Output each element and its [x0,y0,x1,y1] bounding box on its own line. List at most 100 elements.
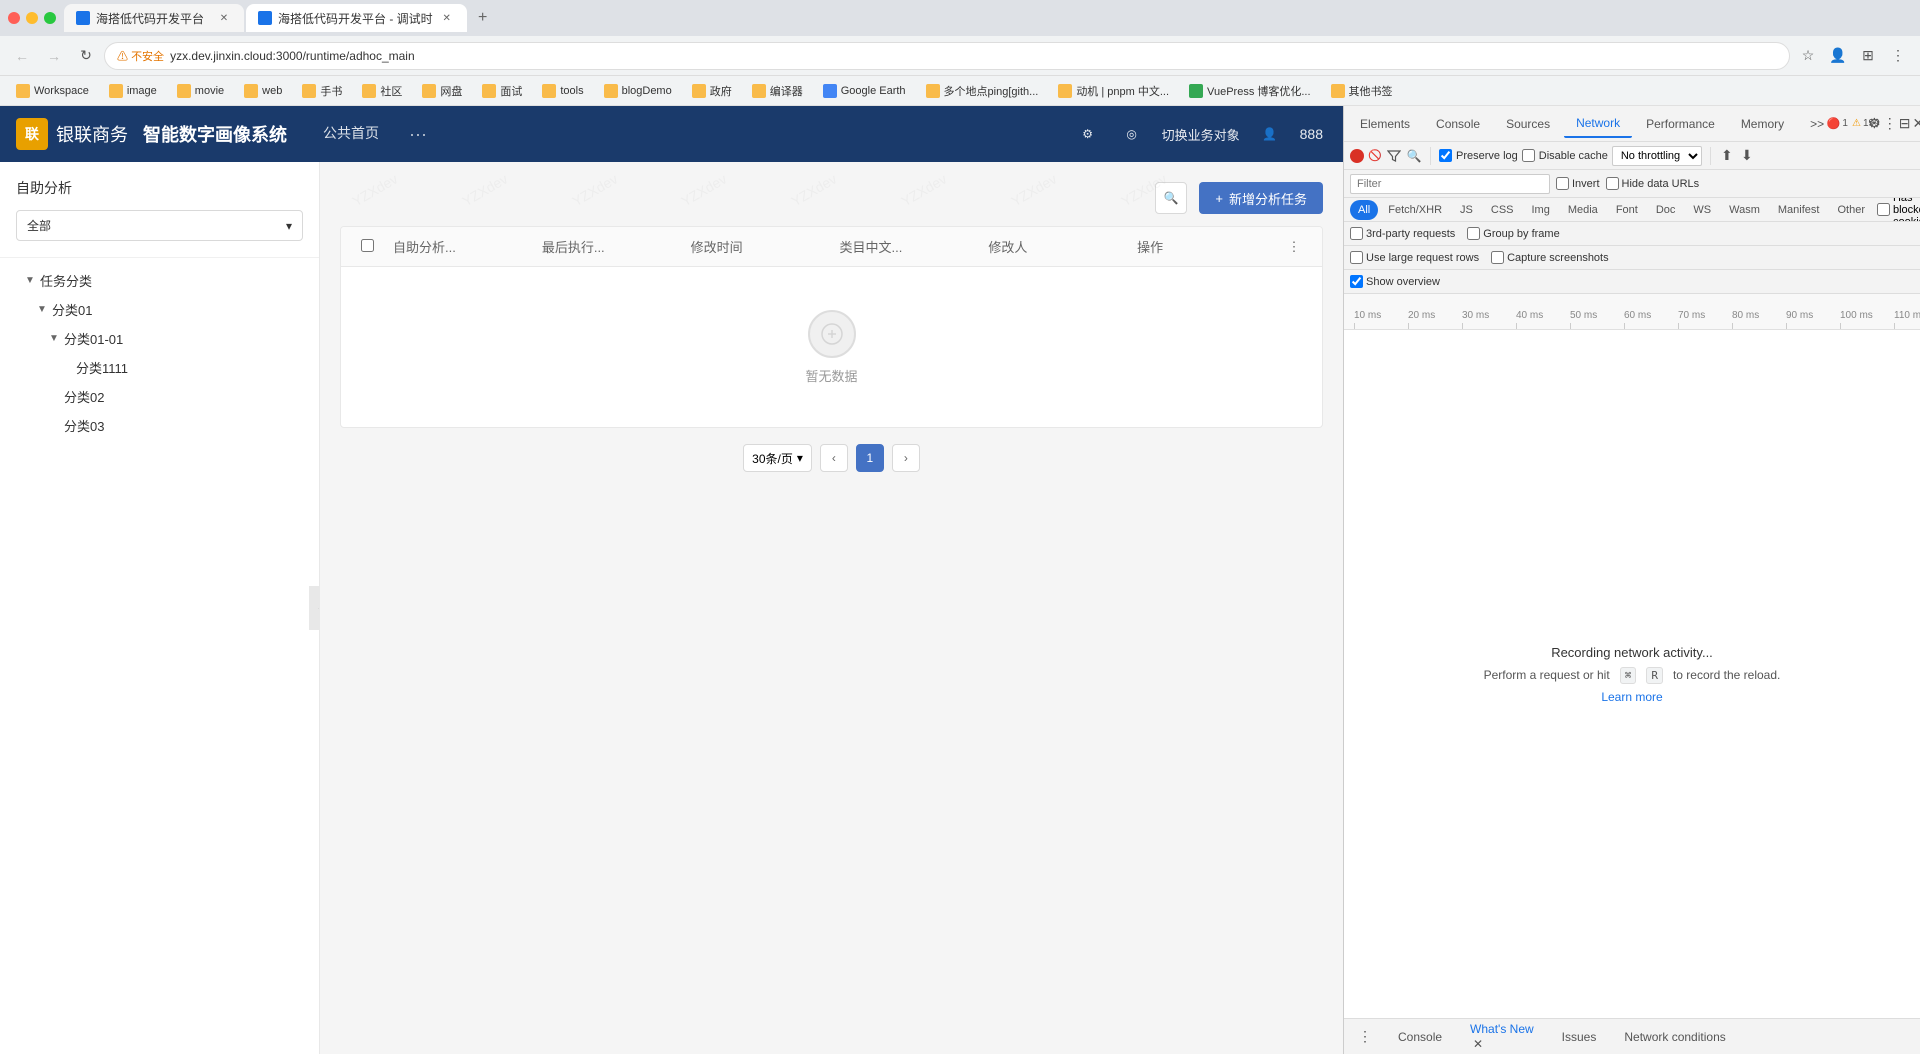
search-button[interactable]: 🔍 [1155,182,1187,214]
devtools-tab-sources[interactable]: Sources [1494,110,1562,138]
tab-close-1[interactable]: ✕ [216,10,232,26]
bottom-tab-whats-new[interactable]: What's New ✕ [1462,1018,1542,1054]
record-network-button[interactable] [1350,149,1364,163]
back-button[interactable]: ← [8,42,36,70]
user-icon[interactable]: 👤 [1256,120,1284,148]
reload-button[interactable]: ↻ [72,42,100,70]
prev-page-button[interactable]: ‹ [820,444,848,472]
bookmark-mianshi[interactable]: 面试 [474,81,530,101]
invert-filter-checkbox[interactable]: Invert [1556,177,1600,190]
bottom-tab-close-button[interactable]: ✕ [1470,1036,1486,1052]
type-tab-doc[interactable]: Doc [1648,200,1684,220]
tree-item-fenlei1111[interactable]: 分类1111 [0,353,319,382]
bookmark-image[interactable]: image [101,82,165,100]
throttling-select[interactable]: No throttling [1612,146,1702,166]
group-by-frame-checkbox[interactable]: Group by frame [1467,227,1559,240]
clear-network-button[interactable]: 🚫 [1368,149,1382,163]
bookmark-tools[interactable]: tools [534,82,591,100]
sidebar-collapse-button[interactable]: ‹ [309,586,320,630]
devtools-error-badge[interactable]: 🔴 1 ⚠ 199 [1840,111,1866,137]
add-analysis-button[interactable]: + 新增分析任务 [1199,182,1323,214]
invert-input[interactable] [1556,177,1569,190]
has-blocked-input[interactable] [1877,203,1890,216]
bookmark-shequ[interactable]: 社区 [354,81,410,101]
bookmark-google-earth[interactable]: Google Earth [815,82,914,100]
third-party-input[interactable] [1350,227,1363,240]
preserve-log-input[interactable] [1439,149,1452,162]
current-page-number[interactable]: 1 [856,444,884,472]
bookmark-shu[interactable]: 手书 [294,81,350,101]
nav-item-home[interactable]: 公共首页 [303,106,399,162]
tree-item-fenlei02[interactable]: 分类02 [0,382,319,411]
new-tab-button[interactable]: + [469,4,497,32]
bookmark-workspace[interactable]: Workspace [8,82,97,100]
show-overview-checkbox[interactable]: Show overview [1350,275,1440,288]
category-dropdown[interactable]: 全部 ▾ [16,210,303,241]
type-tab-js[interactable]: JS [1452,200,1481,220]
capture-screenshots-checkbox[interactable]: Capture screenshots [1491,251,1609,264]
type-tab-manifest[interactable]: Manifest [1770,200,1828,220]
devtools-more-button[interactable]: ⋮ [1883,111,1897,137]
bookmark-bianyiqi[interactable]: 编译器 [744,81,811,101]
devtools-close-button[interactable]: ✕ [1912,111,1920,137]
devtools-tab-elements[interactable]: Elements [1348,110,1422,138]
bottom-tab-network-conditions[interactable]: Network conditions [1616,1026,1733,1048]
disable-cache-checkbox[interactable]: Disable cache [1522,149,1608,162]
filter-input[interactable] [1350,174,1550,194]
minimize-button[interactable] [26,12,38,24]
bookmark-vuepress[interactable]: VuePress 博客优化... [1181,81,1319,101]
type-tab-img[interactable]: Img [1524,200,1558,220]
devtools-tab-performance[interactable]: Performance [1634,110,1727,138]
devtools-tab-network[interactable]: Network [1564,110,1632,138]
tree-item-fenlei03[interactable]: 分类03 [0,411,319,440]
type-tab-all[interactable]: All [1350,200,1378,220]
preserve-log-checkbox[interactable]: Preserve log [1439,149,1518,162]
type-tab-media[interactable]: Media [1560,200,1606,220]
devtools-settings-button[interactable]: ⚙ [1868,111,1881,137]
extension-button[interactable]: ⊞ [1854,42,1882,70]
has-blocked-cookies-checkbox[interactable]: Has blocked cookies [1877,198,1920,222]
learn-more-link[interactable]: Learn more [1601,690,1662,704]
nav-item-more[interactable]: ··· [399,124,437,145]
settings-icon[interactable]: ⚙ [1074,120,1102,148]
filter-network-button[interactable] [1386,148,1402,164]
tab-close-2[interactable]: ✕ [439,10,455,26]
close-button[interactable] [8,12,20,24]
group-by-frame-input[interactable] [1467,227,1480,240]
type-tab-other[interactable]: Other [1829,200,1873,220]
tree-item-fenlei01[interactable]: ▼ 分类01 [0,295,319,324]
bottom-tab-issues[interactable]: Issues [1554,1026,1605,1048]
maximize-button[interactable] [44,12,56,24]
bookmark-wangpan[interactable]: 网盘 [414,81,470,101]
per-page-select[interactable]: 30条/页 ▾ [743,444,812,472]
bookmark-blogdemo[interactable]: blogDemo [596,82,680,100]
bookmark-button[interactable]: ☆ [1794,42,1822,70]
devtools-menu-button[interactable]: ⋮ [1352,1024,1378,1050]
devtools-tab-console[interactable]: Console [1424,110,1492,138]
type-tab-wasm[interactable]: Wasm [1721,200,1768,220]
devtools-dock-button[interactable]: ⊟ [1899,111,1911,137]
bookmark-web[interactable]: web [236,82,290,100]
import-button[interactable]: ⬆ [1719,148,1735,164]
select-all-checkbox[interactable] [361,239,374,252]
profile-button[interactable]: 👤 [1824,42,1852,70]
bookmark-ping[interactable]: 多个地点ping[gith... [918,81,1047,101]
devtools-tab-memory[interactable]: Memory [1729,110,1796,138]
tree-item-fenlei01-01[interactable]: ▼ 分类01-01 [0,324,319,353]
type-tab-fetch-xhr[interactable]: Fetch/XHR [1380,200,1450,220]
use-large-rows-input[interactable] [1350,251,1363,264]
bookmark-movie[interactable]: movie [169,82,232,100]
hide-data-urls-checkbox[interactable]: Hide data URLs [1606,177,1700,190]
bookmark-other[interactable]: 其他书签 [1323,81,1401,101]
browser-tab-2[interactable]: 海搭低代码开发平台 - 调试时 ✕ [246,4,467,32]
next-page-button[interactable]: › [892,444,920,472]
capture-screenshots-input[interactable] [1491,251,1504,264]
target-icon[interactable]: ◎ [1118,120,1146,148]
export-button[interactable]: ⬇ [1739,148,1755,164]
target-label[interactable]: 切换业务对象 [1162,125,1240,144]
table-column-settings-button[interactable]: ⋮ [1278,235,1310,259]
bookmark-dongji[interactable]: 动机 | pnpm 中文... [1050,81,1177,101]
use-large-rows-checkbox[interactable]: Use large request rows [1350,251,1479,264]
disable-cache-input[interactable] [1522,149,1535,162]
hide-data-urls-input[interactable] [1606,177,1619,190]
